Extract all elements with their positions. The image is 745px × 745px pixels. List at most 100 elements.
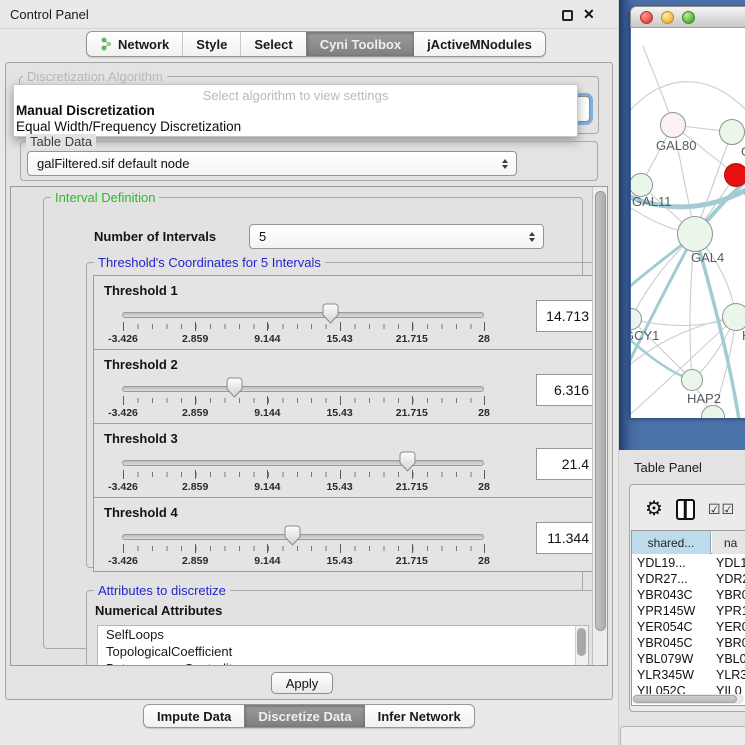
node-table[interactable]: shared... na YDL19... YDL1 YDR27... YDR2 YBR… (631, 530, 745, 706)
cell-name[interactable]: YER0 (716, 620, 745, 634)
tab-cyni-toolbox[interactable]: Cyni Toolbox (306, 32, 414, 56)
cell-shared-name[interactable]: YDL19... (637, 556, 711, 570)
table-row[interactable]: YPR145W YPR1 (632, 604, 745, 620)
slider-tick-label: 2.859 (182, 333, 208, 345)
network-node-selected[interactable] (724, 163, 745, 187)
network-window-titlebar[interactable] (630, 6, 745, 28)
cell-name[interactable]: YBR0 (716, 636, 745, 650)
cell-name[interactable]: YBL0 (716, 652, 745, 666)
scrollbar-thumb[interactable] (633, 695, 737, 703)
tab-select[interactable]: Select (240, 32, 305, 56)
slider-thumb[interactable] (399, 451, 416, 472)
slider-major-tick (484, 544, 485, 553)
tab-jactivemnodules[interactable]: jActiveMNodules (414, 32, 545, 56)
column-header-shared-name[interactable]: shared... (632, 531, 711, 554)
minimize-traffic-light-icon[interactable] (661, 11, 674, 24)
table-row[interactable]: YLR345W YLR3 (632, 668, 745, 684)
table-row[interactable]: YDR27... YDR2 (632, 572, 745, 588)
slider-tick-label: 2.859 (182, 481, 208, 493)
numerical-attributes-label: Numerical Attributes (95, 603, 222, 618)
table-row[interactable]: YBL079W YBL0 (632, 652, 745, 668)
thresholds-group-title: Threshold's Coordinates for 5 Intervals (94, 255, 325, 270)
slider-thumb[interactable] (322, 303, 339, 324)
slider-tick-label: -3.426 (108, 407, 138, 419)
column-header-name[interactable]: na (712, 531, 745, 554)
cell-shared-name[interactable]: YBL079W (637, 652, 711, 666)
slider-thumb[interactable] (226, 377, 243, 398)
slider-major-tick (340, 322, 341, 331)
tab-discretize-data[interactable]: Discretize Data (244, 705, 364, 727)
threshold-value-field[interactable]: 6.316 (536, 374, 596, 406)
number-of-intervals-combobox[interactable]: 5 (249, 224, 544, 249)
cell-name[interactable]: YLR3 (716, 668, 745, 682)
interval-definition-groupbox: Number of Intervals 5 Threshold 1 14.713… (43, 197, 583, 649)
cell-name[interactable]: YDR2 (716, 572, 745, 586)
node-label-hap2: HAP2 (687, 391, 721, 406)
popup-item-manual-discretization[interactable]: Manual Discretization (16, 103, 155, 118)
cell-name[interactable]: YPR1 (716, 604, 745, 618)
cell-shared-name[interactable]: YLR345W (637, 668, 711, 682)
network-node[interactable] (722, 303, 745, 331)
network-canvas[interactable]: GAL80GACGAL11GAL4GCY1HHAP2 (631, 28, 745, 418)
table-panel-title: Table Panel (634, 460, 702, 475)
number-of-intervals-label: Number of Intervals (94, 229, 216, 244)
slider-track[interactable] (122, 534, 484, 540)
popup-item-equal-width-frequency-discretization[interactable]: Equal Width/Frequency Discretization (16, 119, 241, 134)
attribute-list-item[interactable]: TopologicalCoefficient (98, 643, 588, 660)
cell-shared-name[interactable]: YDR27... (637, 572, 711, 586)
slider-tick-label: 21.715 (396, 481, 428, 493)
threshold-value-field[interactable]: 11.344 (536, 522, 596, 554)
network-node[interactable] (660, 112, 686, 138)
attribute-list-item[interactable]: SelfLoops (98, 626, 588, 643)
slider-tick-label: 21.715 (396, 333, 428, 345)
table-row[interactable]: YER054C YER0 (632, 620, 745, 636)
vertical-scrollbar[interactable] (592, 187, 607, 665)
attribute-list-item[interactable]: BetweennessCentrality (98, 660, 588, 666)
cell-shared-name[interactable]: YER054C (637, 620, 711, 634)
network-window: GAL80GACGAL11GAL4GCY1HHAP2 (630, 6, 745, 418)
threshold-value-field[interactable]: 14.713 (536, 300, 596, 332)
attributes-groupbox: Numerical Attributes SelfLoopsTopologica… (86, 590, 606, 666)
gear-icon[interactable]: ⚙ (645, 499, 663, 519)
attributes-list-scrollbar[interactable] (575, 626, 588, 666)
apply-button[interactable]: Apply (271, 672, 333, 694)
float-window-icon[interactable] (562, 10, 573, 21)
attributes-group-title: Attributes to discretize (94, 583, 230, 598)
cell-name[interactable]: YBR0 (716, 588, 745, 602)
table-data-combobox[interactable]: galFiltered.sif default node (27, 151, 517, 176)
cell-shared-name[interactable]: YBR045C (637, 636, 711, 650)
threshold-label: Threshold 3 (104, 431, 178, 446)
slider-track[interactable] (122, 312, 484, 318)
slider-tick-label: 28 (478, 333, 490, 345)
threshold-value-field[interactable]: 21.4 (536, 448, 596, 480)
cell-shared-name[interactable]: YPR145W (637, 604, 711, 618)
close-icon[interactable]: ✕ (583, 6, 595, 23)
network-node[interactable] (677, 216, 713, 252)
tab-impute-data[interactable]: Impute Data (144, 705, 244, 727)
network-node[interactable] (719, 119, 745, 145)
slider-major-tick (340, 396, 341, 405)
table-row[interactable]: YBR045C YBR0 (632, 636, 745, 652)
scrollbar-thumb[interactable] (595, 191, 606, 631)
slider-thumb[interactable] (284, 525, 301, 546)
split-columns-icon[interactable] (676, 499, 695, 520)
table-row[interactable]: YBR043C YBR0 (632, 588, 745, 604)
close-traffic-light-icon[interactable] (640, 11, 653, 24)
cell-shared-name[interactable]: YBR043C (637, 588, 711, 602)
table-data-selected-value: galFiltered.sif default node (37, 156, 189, 171)
network-node[interactable] (681, 369, 703, 391)
zoom-traffic-light-icon[interactable] (682, 11, 695, 24)
slider-track[interactable] (122, 386, 484, 392)
table-row[interactable]: YDL19... YDL1 (632, 556, 745, 572)
app-root: Control Panel ✕ NetworkStyleSelectCyni T… (0, 0, 745, 745)
table-horizontal-scrollbar[interactable] (632, 694, 744, 704)
checked-checkboxes-icon[interactable]: ☑☑ (708, 501, 735, 518)
tab-network[interactable]: Network (87, 32, 182, 56)
slider-tick-label: 21.715 (396, 407, 428, 419)
attributes-list[interactable]: SelfLoopsTopologicalCoefficientBetweenne… (97, 625, 589, 666)
cell-name[interactable]: YDL1 (716, 556, 745, 570)
slider-track[interactable] (122, 460, 484, 466)
tab-style[interactable]: Style (182, 32, 240, 56)
tab-infer-network[interactable]: Infer Network (365, 705, 474, 727)
table-data-group-title: Table Data (26, 134, 96, 149)
